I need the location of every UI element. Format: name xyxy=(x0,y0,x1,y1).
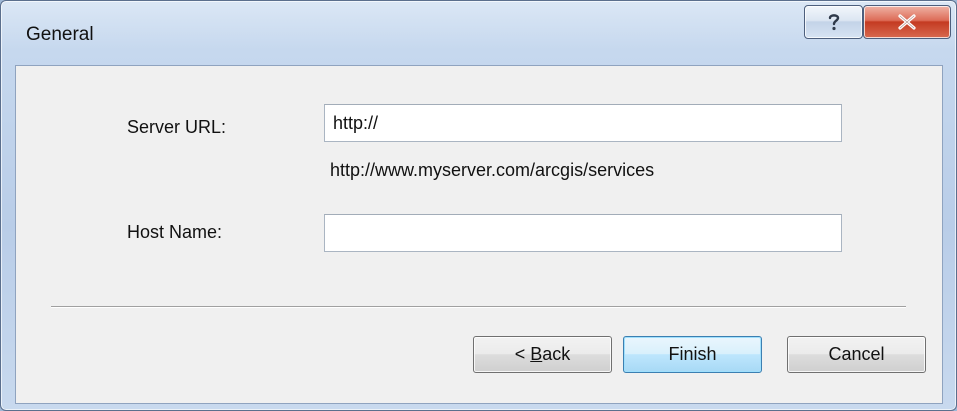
cancel-button-label: Cancel xyxy=(828,344,885,364)
back-button-mnemonic: B xyxy=(530,344,543,364)
finish-button-label: Finish xyxy=(668,344,717,364)
window-title: General xyxy=(26,24,94,45)
back-button-prefix: < xyxy=(514,344,531,364)
question-mark-icon xyxy=(828,14,839,31)
finish-button[interactable]: Finish xyxy=(623,336,762,373)
back-button[interactable]: < Back xyxy=(473,336,612,373)
title-bar[interactable]: General xyxy=(1,1,956,65)
server-url-example-hint: http://www.myserver.com/arcgis/services xyxy=(330,160,655,180)
back-button-rest: ack xyxy=(542,344,571,364)
host-name-input[interactable] xyxy=(324,214,842,252)
separator-line xyxy=(51,306,906,308)
close-button[interactable] xyxy=(863,5,951,39)
dialog-client-area: Server URL: http:// http://www.myserver.… xyxy=(15,65,943,404)
help-button[interactable] xyxy=(804,5,863,39)
dialog-window: General Server URL: http:// http://www.m… xyxy=(0,0,957,411)
server-url-input[interactable]: http:// xyxy=(324,104,842,142)
cancel-button[interactable]: Cancel xyxy=(787,336,926,373)
server-url-label: Server URL: xyxy=(127,117,227,137)
host-name-label: Host Name: xyxy=(127,222,223,242)
close-x-icon xyxy=(898,14,916,30)
